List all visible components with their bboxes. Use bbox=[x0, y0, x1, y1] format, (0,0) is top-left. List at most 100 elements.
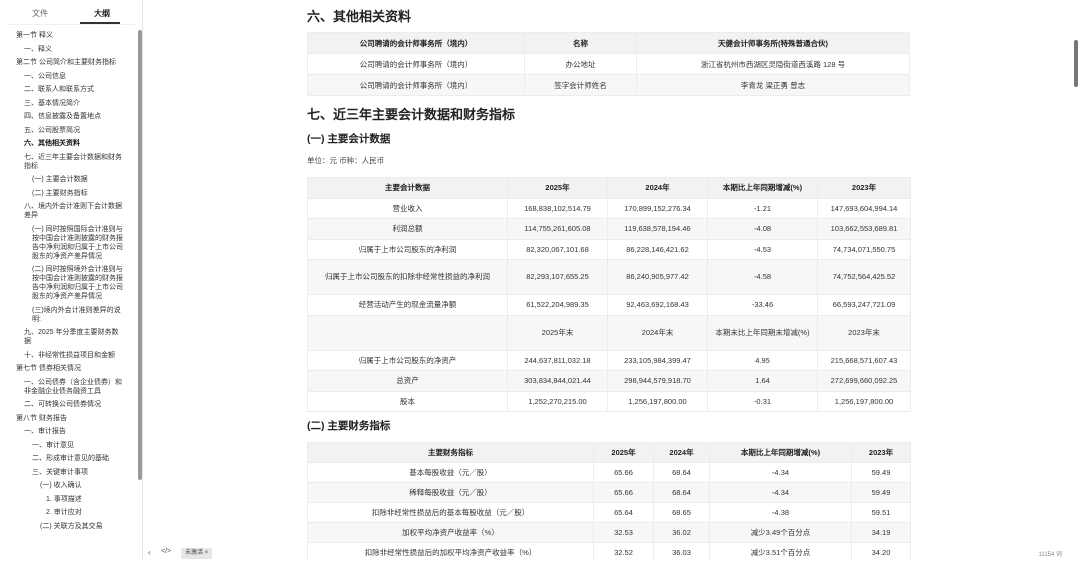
table-cell: 59.51 bbox=[851, 502, 911, 523]
table-cell: 65.64 bbox=[593, 502, 654, 523]
status-bar: ‹ </> 未激活 × 11154 词 bbox=[143, 545, 1080, 561]
document-canvas: 六、其他相关资料 公司聘请的会计师事务所（境内） 名称 天健会计师事务所(特殊普… bbox=[0, 0, 1080, 561]
table-row: 稀释每股收益（元／股） 65.66 68.64 -4.34 59.49 bbox=[307, 482, 911, 503]
table-cell: 2025年末 bbox=[507, 314, 608, 351]
table-cell: 86,240,905,977.42 bbox=[607, 259, 708, 295]
accounting-data-table: 主要会计数据 2025年 2024年 本期比上年同期增减(%) 2023年 营业… bbox=[307, 177, 911, 412]
status-chip[interactable]: 未激活 × bbox=[181, 548, 213, 559]
table-cell: 68.64 bbox=[653, 462, 710, 483]
table-cell: 168,838,102,514.79 bbox=[507, 197, 608, 219]
table-cell: 扣除非经常性损益后的基本每股收益（元／股） bbox=[307, 502, 594, 523]
table-cell: -4.08 bbox=[707, 218, 818, 240]
table-row: 利润总额 114,755,261,605.08 119,638,578,194.46… bbox=[307, 218, 911, 240]
table-cell: -33.46 bbox=[707, 294, 818, 316]
word-count: 11154 词 bbox=[1038, 552, 1062, 558]
subsection-accounting-data-heading: (一) 主要会计数据 bbox=[307, 133, 391, 145]
table-cell: 74,734,071,550.75 bbox=[817, 238, 911, 260]
table-cell: 65.66 bbox=[593, 482, 654, 503]
table-cell: 经营活动产生的现金流量净额 bbox=[307, 294, 508, 316]
table-cell: 公司聘请的会计师事务所（境内） bbox=[307, 74, 525, 96]
table-cell: 2023年末 bbox=[817, 314, 911, 351]
close-icon[interactable]: × bbox=[205, 550, 209, 556]
table-cell: 92,463,692,168.43 bbox=[607, 294, 708, 316]
table-cell: 1,256,197,800.00 bbox=[607, 390, 708, 412]
table-cell: 1,256,197,800.00 bbox=[817, 390, 911, 412]
table-cell: 股本 bbox=[307, 390, 508, 412]
table-cell: 233,105,984,399.47 bbox=[607, 349, 708, 371]
table-cell: 32.53 bbox=[593, 522, 654, 543]
table-cell bbox=[307, 314, 508, 351]
table-header-cell: 本期比上年同期增减(%) bbox=[707, 177, 818, 199]
collapse-sidebar-icon[interactable]: ‹ bbox=[148, 548, 151, 557]
table-cell: -4.58 bbox=[707, 259, 818, 295]
table-cell: 浙江省杭州市西湖区灵隐街道西溪路 128 号 bbox=[636, 53, 910, 75]
section-7-heading: 七、近三年主要会计数据和财务指标 bbox=[307, 107, 516, 122]
table-cell: 59.49 bbox=[851, 482, 911, 503]
table-row: 经营活动产生的现金流量净额 61,522,204,989.35 92,463,692… bbox=[307, 294, 911, 316]
table-cell: 86,228,146,421.62 bbox=[607, 238, 708, 260]
table-cell: 2024年末 bbox=[607, 314, 708, 351]
table-header-cell: 主要财务指标 bbox=[307, 442, 594, 463]
table-cell: 公司聘请的会计师事务所（境内） bbox=[307, 53, 525, 75]
table-cell: 66,593,247,721.09 bbox=[817, 294, 911, 316]
table-header-row: 主要财务指标 2025年 2024年 本期比上年同期增减(%) 2023年 bbox=[307, 442, 911, 463]
table-row: 归属于上市公司股东的扣除非经常性损益的净利润 82,293,107,655.25 8… bbox=[307, 259, 911, 295]
accounting-data-body: 营业收入 168,838,102,514.79 170,899,152,276.34… bbox=[307, 197, 911, 412]
table-cell: 68.65 bbox=[653, 502, 710, 523]
table-cell: 加权平均净资产收益率（%） bbox=[307, 522, 594, 543]
table-header-cell: 本期比上年同期增减(%) bbox=[709, 442, 852, 463]
table-cell: 244,637,811,032.18 bbox=[507, 349, 608, 371]
table-cell: 办公地址 bbox=[524, 53, 637, 75]
table-header-cell: 2023年 bbox=[817, 177, 911, 199]
table-cell: -4.34 bbox=[709, 462, 852, 483]
table-cell: 65.66 bbox=[593, 462, 654, 483]
document-scrollbar-thumb[interactable] bbox=[1074, 40, 1078, 87]
table-cell: 61,522,204,989.35 bbox=[507, 294, 608, 316]
table-cell: 74,752,564,425.52 bbox=[817, 259, 911, 295]
table-cell: 119,638,578,194.46 bbox=[607, 218, 708, 240]
table-cell: 82,320,067,101.68 bbox=[507, 238, 608, 260]
table-cell: 147,693,604,994.14 bbox=[817, 197, 911, 219]
status-chip-label: 未激活 bbox=[185, 550, 204, 556]
table-header-cell: 主要会计数据 bbox=[307, 177, 508, 199]
table-header-cell: 名称 bbox=[524, 32, 637, 54]
table-cell: 34.19 bbox=[851, 522, 911, 543]
table-cell: 李青龙 梁正勇 曾志 bbox=[636, 74, 910, 96]
table-cell: -0.31 bbox=[707, 390, 818, 412]
table-cell: 82,293,107,655.25 bbox=[507, 259, 608, 295]
unit-currency-note: 单位：元 币种：人民币 bbox=[307, 156, 385, 165]
table-cell: 营业收入 bbox=[307, 197, 508, 219]
table-row: 2025年末 2024年末 本期末比上年同期末增减(%) 2023年末 bbox=[307, 314, 911, 351]
source-code-icon[interactable]: </> bbox=[161, 548, 171, 555]
table-row: 基本每股收益（元／股） 65.66 68.64 -4.34 59.49 bbox=[307, 462, 911, 483]
table-cell: -4.53 bbox=[707, 238, 818, 260]
table-cell: 利润总额 bbox=[307, 218, 508, 240]
table-row: 公司聘请的会计师事务所（境内） 签字会计师姓名 李青龙 梁正勇 曾志 bbox=[307, 74, 910, 96]
table-header-cell: 公司聘请的会计师事务所（境内） bbox=[307, 32, 525, 54]
table-cell: 303,834,844,021.44 bbox=[507, 370, 608, 392]
table-header-cell: 天健会计师事务所(特殊普通合伙) bbox=[636, 32, 910, 54]
table-cell: 1.64 bbox=[707, 370, 818, 392]
table-cell: 36.02 bbox=[653, 522, 710, 543]
table-cell: 272,699,660,092.25 bbox=[817, 370, 911, 392]
table-cell: 4.95 bbox=[707, 349, 818, 371]
table-header-cell: 2023年 bbox=[851, 442, 911, 463]
table-row: 扣除非经常性损益后的基本每股收益（元／股） 65.64 68.65 -4.38 59.5… bbox=[307, 502, 911, 523]
table-cell: 170,899,152,276.34 bbox=[607, 197, 708, 219]
table-header-cell: 2024年 bbox=[607, 177, 708, 199]
table-cell: 归属于上市公司股东的净利润 bbox=[307, 238, 508, 260]
subsection-financial-indicators-heading: (二) 主要财务指标 bbox=[307, 420, 391, 432]
table-header-row: 公司聘请的会计师事务所（境内） 名称 天健会计师事务所(特殊普通合伙) bbox=[307, 32, 910, 54]
table-cell: 签字会计师姓名 bbox=[524, 74, 637, 96]
table-cell: 114,755,261,605.08 bbox=[507, 218, 608, 240]
table-cell: 68.64 bbox=[653, 482, 710, 503]
table-cell: 归属于上市公司股东的扣除非经常性损益的净利润 bbox=[307, 259, 508, 295]
table-row: 加权平均净资产收益率（%） 32.53 36.02 减少3.49个百分点 34.19 bbox=[307, 522, 911, 543]
financial-indicators-table: 主要财务指标 2025年 2024年 本期比上年同期增减(%) 2023年 基本… bbox=[307, 442, 911, 561]
table-cell: 归属于上市公司股东的净资产 bbox=[307, 349, 508, 371]
table-row: 归属于上市公司股东的净资产 244,637,811,032.18 233,105,9… bbox=[307, 349, 911, 371]
table-header-row: 主要会计数据 2025年 2024年 本期比上年同期增减(%) 2023年 bbox=[307, 177, 911, 199]
accounting-firm-table: 公司聘请的会计师事务所（境内） 名称 天健会计师事务所(特殊普通合伙) 公司聘请… bbox=[307, 32, 910, 96]
table-cell: 298,944,579,918.70 bbox=[607, 370, 708, 392]
table-row: 总资产 303,834,844,021.44 298,944,579,918.70 1… bbox=[307, 370, 911, 392]
